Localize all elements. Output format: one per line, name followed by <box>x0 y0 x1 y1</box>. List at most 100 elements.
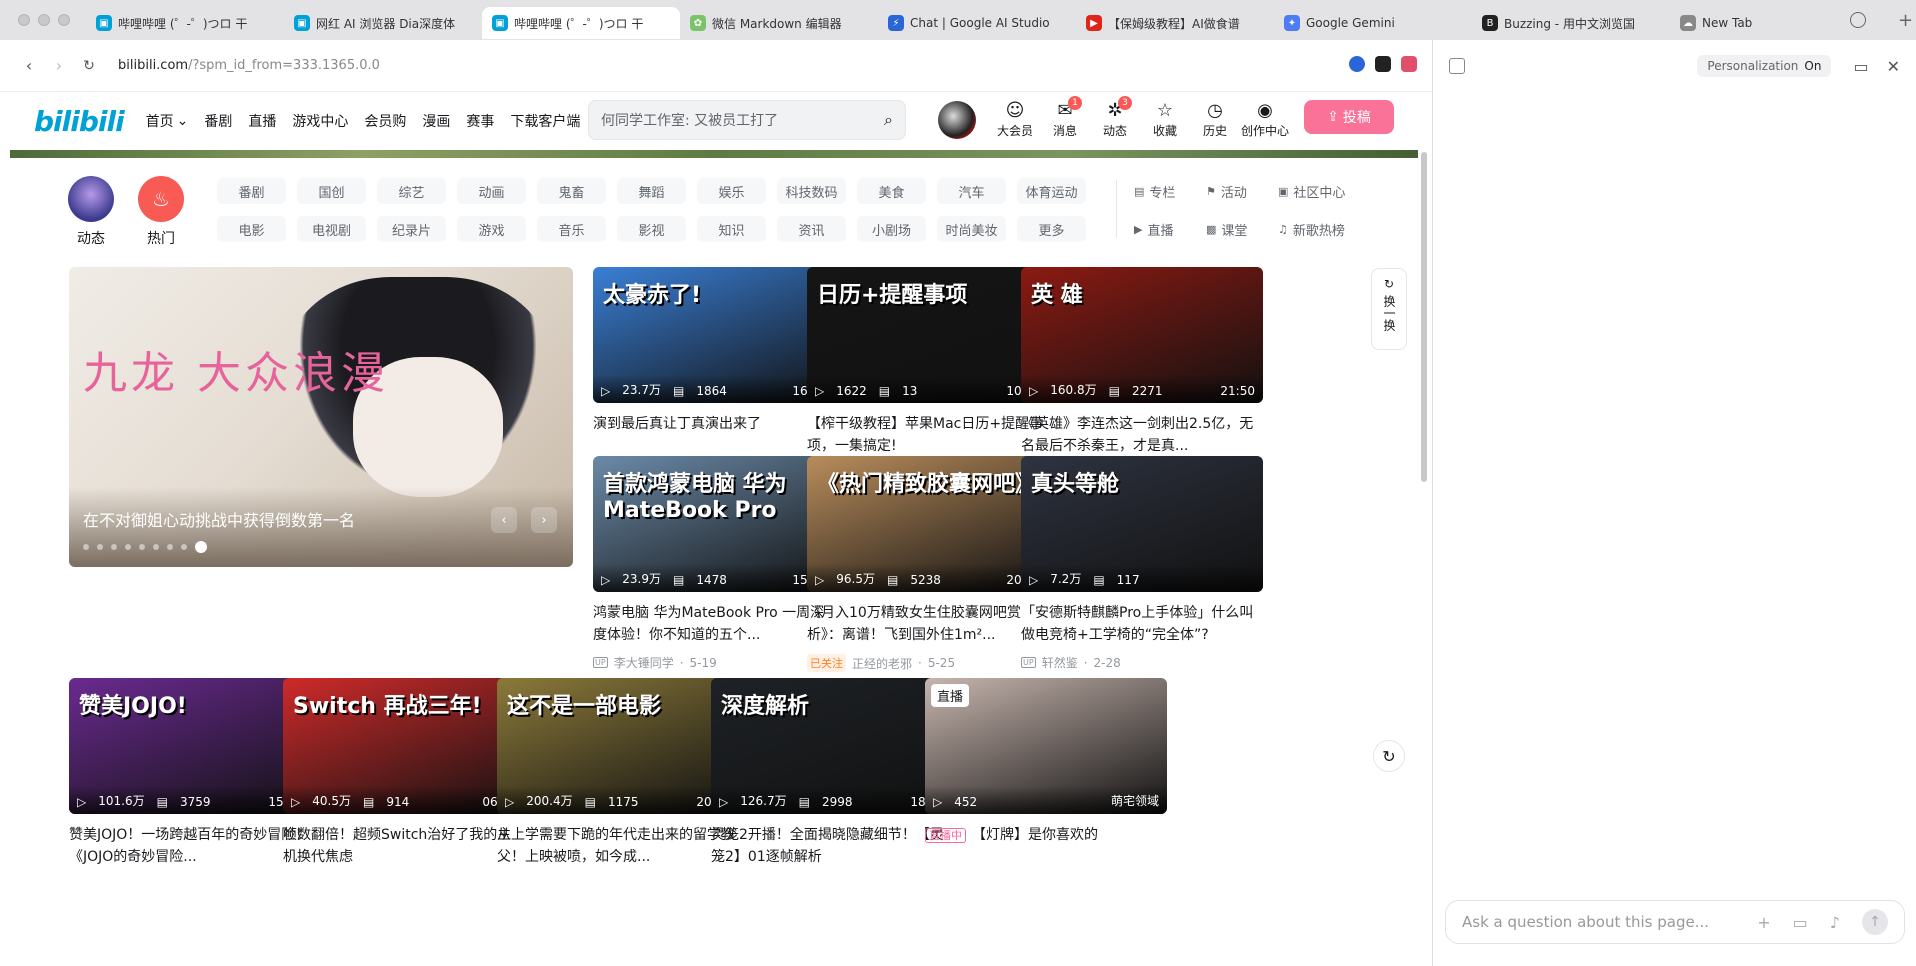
channel-17[interactable]: 知识 <box>697 216 766 242</box>
extension-icon[interactable] <box>1401 56 1417 72</box>
window-controls[interactable] <box>0 14 86 26</box>
carousel-dot[interactable] <box>167 544 173 550</box>
microphone-icon[interactable]: ♪ <box>1830 913 1840 932</box>
screenshot-icon[interactable]: ▭ <box>1793 913 1808 932</box>
uploader-name[interactable]: 轩然鉴 <box>1042 654 1078 671</box>
video-title[interactable]: 帧数翻倍！超频Switch治好了我的主机换代焦虑 <box>283 824 525 868</box>
video-card[interactable]: 深度解析▷ 126.7万▤ 299818:30灵笼2开播！全面揭晓隐藏细节！【灵… <box>711 678 953 868</box>
personalization-toggle[interactable]: Personalization On <box>1697 55 1832 77</box>
extension-icon[interactable] <box>1349 56 1365 72</box>
carousel-dot[interactable] <box>139 544 145 550</box>
channel-right-4[interactable]: ▩ 课堂 <box>1206 216 1278 242</box>
header-icon-1[interactable]: ✉ 消息 1 <box>1040 96 1090 139</box>
browser-tab[interactable]: ▣ 网红 AI 浏览器 Dia深度体 <box>284 7 482 39</box>
channel-14[interactable]: 游戏 <box>457 216 526 242</box>
channel-12[interactable]: 电视剧 <box>297 216 366 242</box>
video-card[interactable]: Switch 再战三年!▷ 40.5万▤ 91406:49 帧数翻倍！超频Swit… <box>283 678 525 868</box>
video-thumbnail[interactable]: 深度解析▷ 126.7万▤ 299818:30 <box>711 678 953 814</box>
channel-5[interactable]: 舞蹈 <box>617 178 686 204</box>
nav-item-4[interactable]: 会员购 <box>364 111 406 131</box>
header-icon-5[interactable]: ◉ 创作中心 <box>1240 100 1290 139</box>
video-thumbnail[interactable]: 真头等舱 ▷ 7.2万 ▤ 117 <box>1021 456 1263 592</box>
carousel-next-button[interactable]: › <box>531 507 557 533</box>
video-title[interactable]: 鸿蒙电脑 华为MateBook Pro 一周深度体验！你不知道的五个... <box>593 602 835 646</box>
channel-6[interactable]: 娱乐 <box>697 178 766 204</box>
channel-10[interactable]: 体育运动 <box>1017 178 1086 204</box>
header-icon-4[interactable]: ◷ 历史 <box>1190 100 1240 139</box>
nav-item-6[interactable]: 赛事 <box>466 111 494 131</box>
video-card[interactable]: 赞美JOJO!▷ 101.6万▤ 375915:23 赞美JOJO！一场跨越百年的… <box>69 678 311 868</box>
channel-3[interactable]: 动画 <box>457 178 526 204</box>
video-card[interactable]: 真头等舱 ▷ 7.2万 ▤ 117 「安德斯特麒麟Pro上手体验」什么叫做电竞椅+工学… <box>1021 456 1263 671</box>
channel-right-0[interactable]: ▤ 专栏 <box>1134 178 1206 204</box>
video-title[interactable]: 【榨干级教程】苹果Mac日历+提醒事项，一集搞定! <box>807 413 1049 457</box>
back-button[interactable]: ‹ <box>14 56 44 75</box>
browser-tab[interactable]: ⚡ Chat | Google AI Studio <box>878 7 1076 39</box>
browser-tab[interactable]: B Buzzing - 用中文浏览国 <box>1472 7 1670 39</box>
panel-layout-icon[interactable]: ▭ <box>1853 57 1868 76</box>
video-title[interactable]: 赞美JOJO！一场跨越百年的奇妙冒险！《JOJO的奇妙冒险... <box>69 824 311 868</box>
carousel-dot[interactable] <box>125 544 131 550</box>
header-icon-2[interactable]: ✲ 动态 3 <box>1090 96 1140 139</box>
channel-4[interactable]: 鬼畜 <box>537 178 606 204</box>
nav-item-7[interactable]: 下载客户端 <box>510 111 580 131</box>
video-thumbnail[interactable]: 赞美JOJO!▷ 101.6万▤ 375915:23 <box>69 678 311 814</box>
channel-0[interactable]: 番剧 <box>217 178 286 204</box>
channel-right-1[interactable]: ⚑ 活动 <box>1206 178 1278 204</box>
video-title[interactable]: 从上学需要下跪的年代走出来的留学教父！上映被喷，如今成... <box>497 824 739 868</box>
video-thumbnail[interactable]: Switch 再战三年!▷ 40.5万▤ 91406:49 <box>283 678 525 814</box>
header-icon-0[interactable]: ☺ 大会员 <box>990 100 1040 139</box>
nav-item-5[interactable]: 漫画 <box>422 111 450 131</box>
channel-right-3[interactable]: ▶ 直播 <box>1134 216 1206 242</box>
video-title[interactable]: 直播中 【灯牌】是你喜欢的 <box>925 824 1167 868</box>
video-thumbnail[interactable]: 这不是一部电影▷ 200.4万▤ 117520:48 <box>497 678 739 814</box>
nav-item-2[interactable]: 直播 <box>248 111 276 131</box>
bilibili-logo[interactable]: bilibili <box>34 105 125 138</box>
forward-button[interactable]: › <box>44 56 74 75</box>
carousel-dot[interactable] <box>195 541 207 553</box>
avatar[interactable] <box>938 101 976 139</box>
channel-16[interactable]: 影视 <box>617 216 686 242</box>
new-tab-button[interactable]: + <box>1898 10 1913 31</box>
channel-hot[interactable]: ♨ 热门 <box>138 176 184 248</box>
search-icon[interactable]: ⌕ <box>884 110 893 130</box>
channel-13[interactable]: 纪录片 <box>377 216 446 242</box>
upload-button[interactable]: ⇪ 投稿 <box>1304 100 1394 134</box>
uploader-name[interactable]: 正经的老邪 <box>852 655 912 672</box>
browser-tab[interactable]: ▶ 【保姆级教程】AI做食谱 <box>1076 7 1274 39</box>
nav-item-1[interactable]: 番剧 <box>204 111 232 131</box>
channel-dynamic[interactable]: 动态 <box>68 176 114 248</box>
refresh-feed-button[interactable]: ↻ 换一换 <box>1371 268 1407 350</box>
channel-9[interactable]: 汽车 <box>937 178 1006 204</box>
channel-8[interactable]: 美食 <box>857 178 926 204</box>
video-title[interactable]: 演到最后真让丁真演出来了 <box>593 413 835 457</box>
carousel-caption[interactable]: 在不对御姐心动挑战中获得倒数第一名 <box>83 507 559 531</box>
video-thumbnail[interactable]: 《热门精致胶囊网吧》▷ 96.5万▤ 523820:39 <box>807 456 1049 592</box>
video-thumbnail[interactable]: 首款鸿蒙电脑 华为MateBook Pro▷ 23.9万▤ 147815:27 <box>593 456 835 592</box>
video-card[interactable]: 直播 ▷ 452 萌宅领域 直播中 【灯牌】是你喜欢的 <box>925 678 1167 868</box>
video-thumbnail[interactable]: 日历+提醒事项▷ 1622▤ 1310:14 <box>807 267 1049 403</box>
carousel-dot[interactable] <box>111 544 117 550</box>
carousel-dots[interactable] <box>83 541 207 553</box>
extension-icon[interactable] <box>1375 56 1391 72</box>
channel-right-2[interactable]: ▣ 社区中心 <box>1278 178 1350 204</box>
scrollbar[interactable] <box>1421 152 1427 482</box>
add-icon[interactable]: + <box>1757 913 1770 932</box>
channel-19[interactable]: 小剧场 <box>857 216 926 242</box>
video-card[interactable]: 首款鸿蒙电脑 华为MateBook Pro▷ 23.9万▤ 147815:27 鸿… <box>593 456 835 671</box>
uploader-name[interactable]: 李大锤同学 <box>614 654 674 671</box>
channel-1[interactable]: 国创 <box>297 178 366 204</box>
channel-right-5[interactable]: ♫ 新歌热榜 <box>1278 216 1350 242</box>
channel-21[interactable]: 更多 <box>1017 216 1086 242</box>
banner-carousel[interactable]: 九龙 大众浪漫 在不对御姐心动挑战中获得倒数第一名 ‹ › <box>69 267 573 567</box>
video-title[interactable]: 《英雄》李连杰这一剑刺出2.5亿，无名最后不杀秦王，才是真... <box>1021 413 1263 457</box>
header-icon-3[interactable]: ☆ 收藏 <box>1140 100 1190 139</box>
video-card[interactable]: 英 雄 ▷ 160.8万 ▤ 2271 21:50 《英雄》李连杰这一剑刺出2.5亿，无… <box>1021 267 1263 483</box>
video-thumbnail[interactable]: 英 雄 ▷ 160.8万 ▤ 2271 21:50 <box>1021 267 1263 403</box>
video-card[interactable]: 这不是一部电影▷ 200.4万▤ 117520:48 从上学需要下跪的年代走出来的… <box>497 678 739 868</box>
search-input[interactable]: 何同学工作室: 又被员工打了 ⌕ <box>588 100 906 140</box>
browser-tab[interactable]: ☁ New Tab <box>1670 7 1868 39</box>
browser-tab[interactable]: ✦ Google Gemini <box>1274 7 1472 39</box>
nav-item-3[interactable]: 游戏中心 <box>292 111 348 131</box>
carousel-dot[interactable] <box>97 544 103 550</box>
